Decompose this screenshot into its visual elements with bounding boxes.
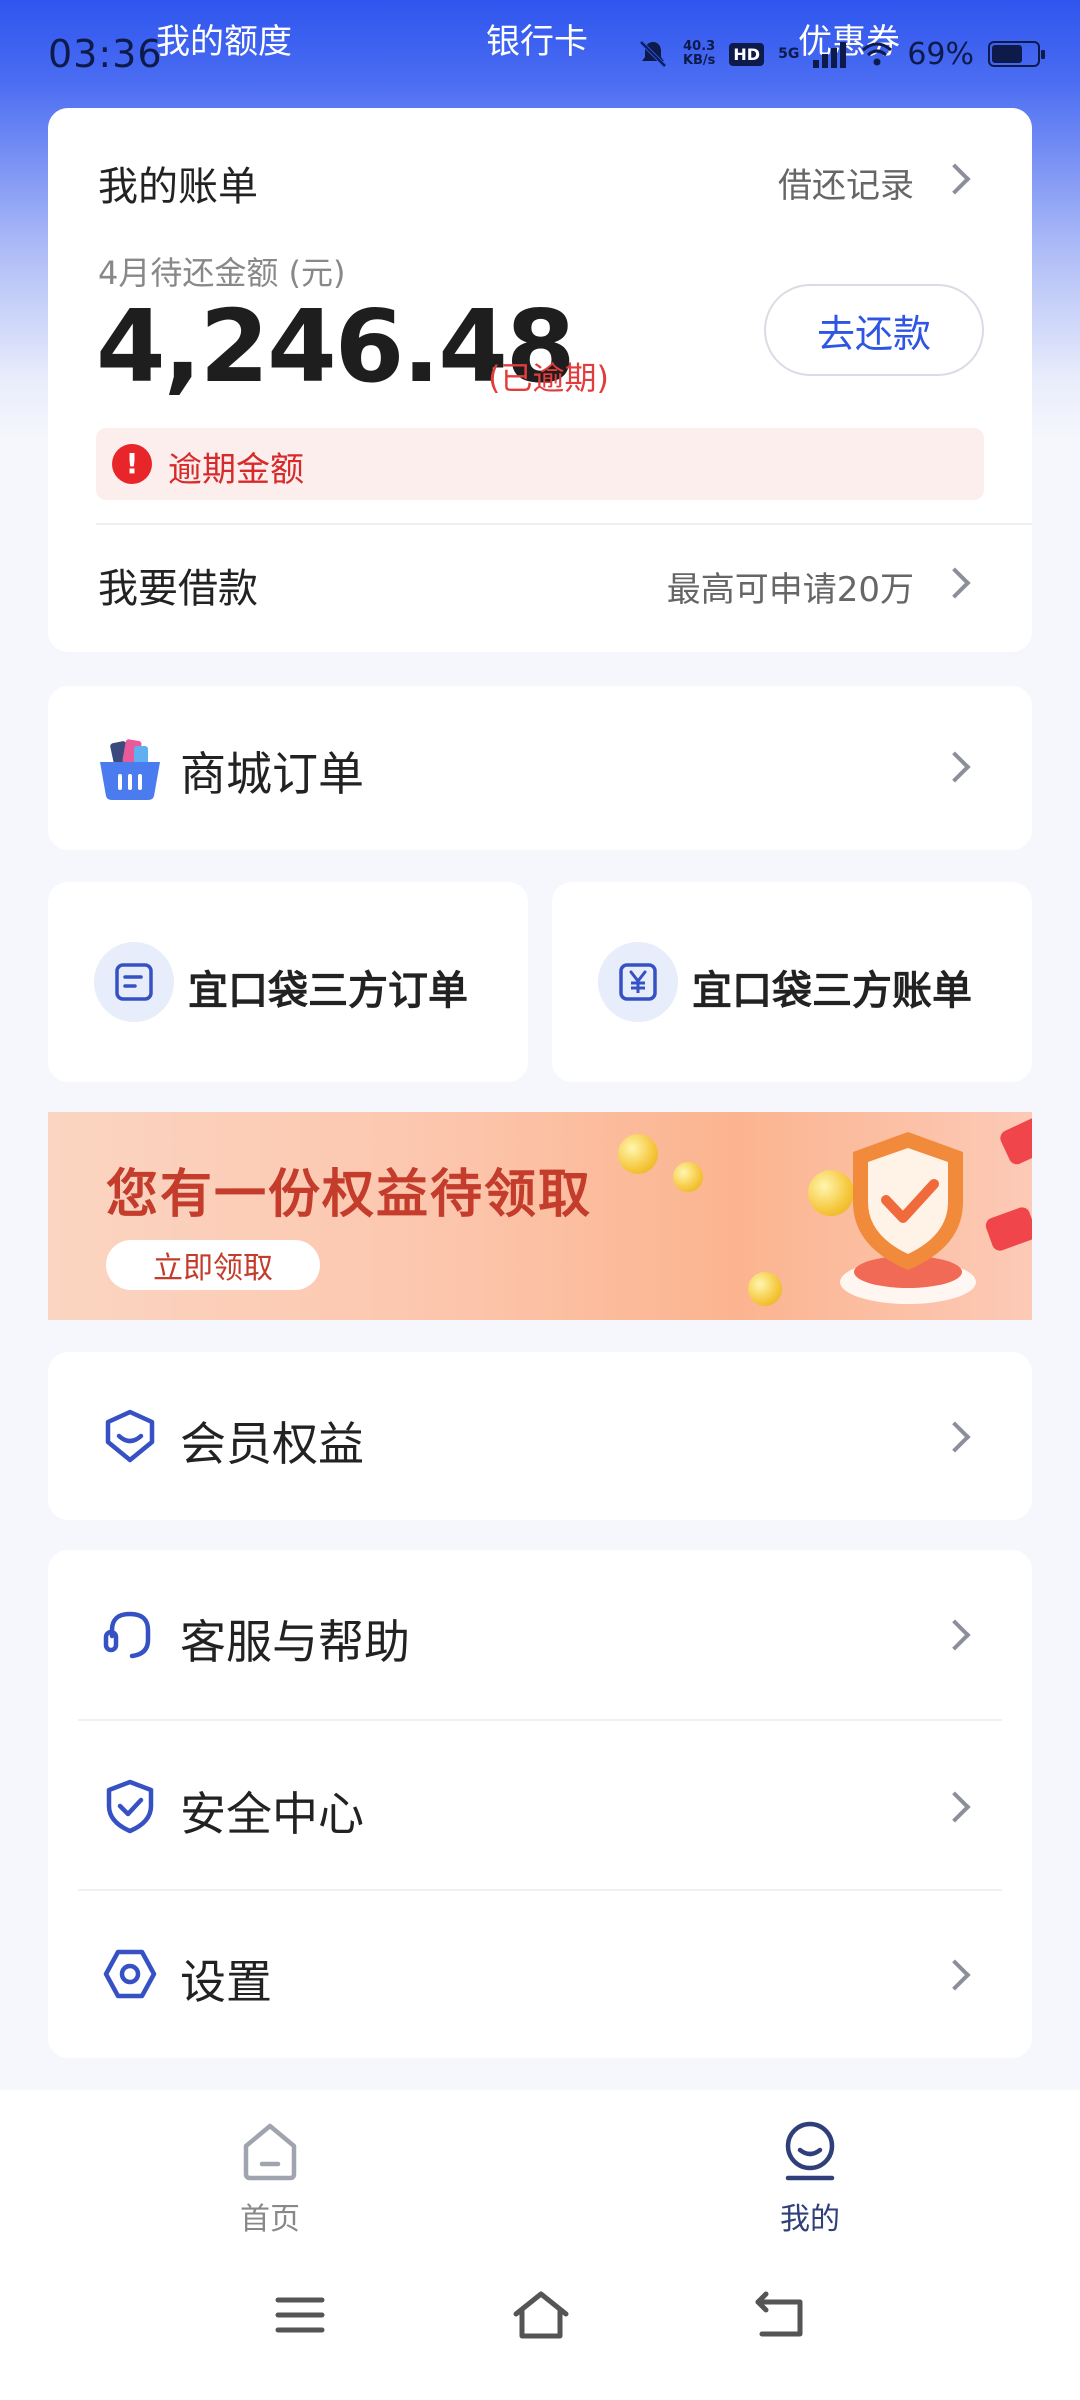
signal-icon: [813, 42, 847, 68]
menu-item-label: 设置: [180, 1955, 272, 2009]
menu-card: 客服与帮助 安全中心 设置: [48, 1550, 1032, 2058]
headset-icon: [103, 1611, 151, 1659]
banner-title: 您有一份权益待领取: [106, 1165, 593, 1225]
bill-card: 我的账单 借还记录 4月待还金额 (元) 4,246.48 (已逾期) 去还款 …: [48, 108, 1032, 652]
menu-item-label: 客服与帮助: [180, 1615, 410, 1669]
shield-check-illustration: [840, 1132, 976, 1304]
benefit-banner[interactable]: 您有一份权益待领取 立即领取: [48, 1112, 1032, 1320]
order-icon: [94, 942, 174, 1022]
divider: [96, 523, 1032, 525]
loan-limit-text: 最高可申请20万: [666, 570, 914, 610]
battery-icon: [988, 41, 1045, 67]
red-envelope-decoration: [997, 1113, 1032, 1167]
net-speed-value: 40.3: [683, 39, 716, 54]
mall-orders-row[interactable]: 商城订单: [48, 686, 1032, 850]
repay-button[interactable]: 去还款: [764, 284, 984, 376]
overdue-status: (已逾期): [488, 359, 609, 397]
coin-decoration: [618, 1134, 658, 1174]
bill-title: 我的账单: [98, 164, 258, 210]
menu-item-security-center[interactable]: 安全中心: [48, 1720, 1032, 1890]
tab-my-credit[interactable]: 我的额度: [156, 14, 292, 63]
chevron-right-icon: [939, 1791, 971, 1823]
menu-item-label: 安全中心: [180, 1787, 364, 1841]
battery-percent: 69%: [907, 36, 974, 72]
third-party-bills-card[interactable]: 宜口袋三方账单: [552, 882, 1032, 1082]
chevron-right-icon: [939, 1421, 971, 1453]
shopping-basket-icon: [100, 739, 160, 800]
third-party-orders-label: 宜口袋三方订单: [188, 968, 468, 1014]
chevron-right-icon: [939, 1619, 971, 1651]
nav-home-label: 首页: [240, 2202, 300, 2237]
mute-bell-icon: [639, 40, 667, 68]
wifi-icon: [862, 42, 893, 66]
nav-mine-label: 我的: [780, 2202, 840, 2237]
overdue-alert[interactable]: ! 逾期金额: [96, 428, 984, 500]
hd-badge: HD: [729, 42, 765, 66]
alert-icon: !: [112, 444, 152, 484]
menu-item-settings[interactable]: 设置: [48, 1890, 1032, 2058]
third-party-bills-label: 宜口袋三方账单: [692, 968, 972, 1014]
nav-mine[interactable]: 我的: [740, 2120, 880, 2238]
home-icon: [243, 2123, 297, 2181]
membership-row[interactable]: 会员权益: [48, 1352, 1032, 1520]
chevron-right-icon[interactable]: [939, 163, 971, 195]
menu-item-customer-service[interactable]: 客服与帮助: [48, 1550, 1032, 1720]
yuan-bill-icon: [598, 942, 678, 1022]
profile-icon: [785, 2121, 835, 2181]
home-button-icon[interactable]: [510, 2290, 572, 2342]
status-time: 03:36: [48, 32, 163, 76]
borrow-repay-records-link[interactable]: 借还记录: [778, 158, 914, 207]
bottom-nav: 首页 我的: [0, 2090, 1080, 2400]
recent-apps-icon[interactable]: [272, 2290, 328, 2340]
membership-icon: [105, 1409, 155, 1463]
coin-decoration: [673, 1162, 703, 1192]
status-icons: 40.3 KB/s HD 5G 69%: [637, 34, 1045, 74]
chevron-right-icon[interactable]: [939, 567, 971, 599]
chevron-right-icon: [939, 1959, 971, 1991]
loan-title[interactable]: 我要借款: [98, 556, 258, 614]
battery-level: [992, 45, 1023, 63]
net-speed-unit: KB/s: [682, 53, 716, 68]
status-bar: 03:36 我的额度 银行卡 优惠券 40.3 KB/s HD 5G 69%: [0, 0, 1080, 108]
membership-label: 会员权益: [180, 1417, 364, 1471]
mall-orders-label: 商城订单: [180, 747, 364, 801]
third-party-orders-card[interactable]: 宜口袋三方订单: [48, 882, 528, 1082]
overdue-amount-label: 逾期金额: [168, 450, 304, 490]
claim-now-button[interactable]: 立即领取: [106, 1240, 320, 1290]
net-speed: 40.3 KB/s: [683, 40, 715, 68]
nav-home[interactable]: 首页: [200, 2120, 340, 2238]
coin-decoration: [748, 1272, 782, 1306]
tab-bank-card[interactable]: 银行卡: [486, 14, 588, 63]
shield-icon: [106, 1779, 154, 1834]
settings-icon: [103, 1949, 157, 1999]
back-icon[interactable]: [752, 2290, 808, 2340]
signal-label: 5G: [778, 46, 800, 62]
chevron-right-icon: [939, 751, 971, 783]
